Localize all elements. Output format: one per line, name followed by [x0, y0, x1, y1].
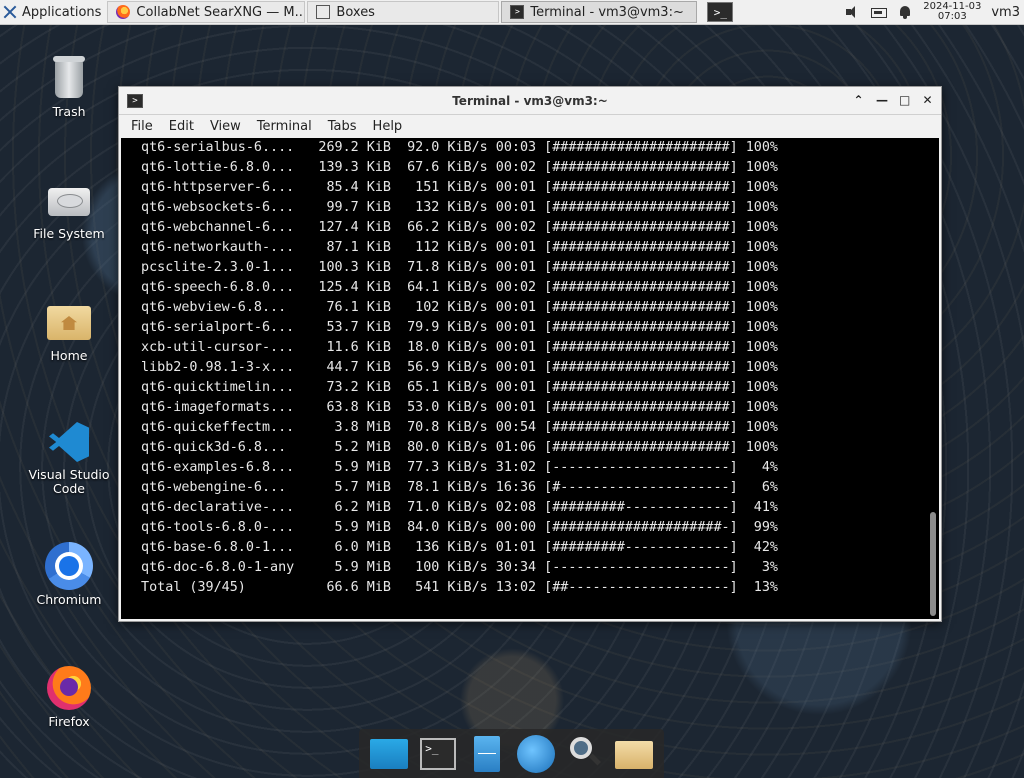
xfce-logo-icon	[2, 4, 18, 20]
clock-time: 07:03	[937, 11, 967, 22]
desktop-icon-home[interactable]: Home	[23, 298, 115, 363]
menu-view[interactable]: View	[202, 119, 249, 134]
terminal-line: qt6-websockets-6... 99.7 KiB 132 KiB/s 0…	[133, 200, 778, 215]
terminal-line: qt6-serialport-6... 53.7 KiB 79.9 KiB/s …	[133, 320, 778, 335]
terminal-line: qt6-declarative-... 6.2 MiB 71.0 KiB/s 0…	[133, 500, 778, 515]
taskbar-item-terminal[interactable]: > Terminal - vm3@vm3:~	[501, 1, 698, 23]
desktop-icon-vscode[interactable]: Visual Studio Code	[23, 418, 115, 496]
boxes-icon	[316, 5, 331, 19]
terminal-window[interactable]: > Terminal - vm3@vm3:~ ⌃ — □ ✕ File Edit…	[118, 86, 942, 622]
desktop-icon-label: Visual Studio Code	[28, 467, 110, 496]
terminal-line: qt6-quickeffectm... 3.8 MiB 70.8 KiB/s 0…	[133, 420, 778, 435]
terminal-line: xcb-util-cursor-... 11.6 KiB 18.0 KiB/s …	[133, 340, 778, 355]
terminal-line: qt6-webview-6.8... 76.1 KiB 102 KiB/s 00…	[133, 300, 778, 315]
desktop-icon-label: Home	[50, 348, 88, 363]
menu-bar: File Edit View Terminal Tabs Help	[119, 115, 941, 137]
firefox-icon	[116, 5, 131, 19]
terminal-icon: >	[510, 5, 525, 19]
terminal-line: qt6-tools-6.8.0-... 5.9 MiB 84.0 KiB/s 0…	[133, 520, 778, 535]
taskbar-item-label: Boxes	[336, 4, 375, 20]
app-finder-icon[interactable]	[564, 733, 606, 775]
terminal-line: qt6-base-6.8.0-1... 6.0 MiB 136 KiB/s 01…	[133, 540, 778, 555]
menu-file[interactable]: File	[123, 119, 161, 134]
firefox-icon	[45, 664, 93, 712]
taskbar-item-label: Terminal - vm3@vm3:~	[530, 4, 684, 20]
menu-edit[interactable]: Edit	[161, 119, 202, 134]
clock[interactable]: 2024-11-03 07:03	[923, 2, 981, 22]
terminal-icon[interactable]	[417, 733, 459, 775]
file-cabinet-icon[interactable]	[466, 733, 508, 775]
terminal-line: qt6-httpserver-6... 85.4 KiB 151 KiB/s 0…	[133, 180, 778, 195]
terminal-line: qt6-quick3d-6.8... 5.2 MiB 80.0 KiB/s 01…	[133, 440, 778, 455]
terminal-scrollbar[interactable]	[930, 142, 936, 616]
terminal-line: qt6-webchannel-6... 127.4 KiB 66.2 KiB/s…	[133, 220, 778, 235]
terminal-line: pcsclite-2.3.0-1... 100.3 KiB 71.8 KiB/s…	[133, 260, 778, 275]
terminal-line: qt6-lottie-6.8.0... 139.3 KiB 67.6 KiB/s…	[133, 160, 778, 175]
roll-up-icon[interactable]: ⌃	[853, 94, 864, 106]
terminal-line: qt6-examples-6.8... 5.9 MiB 77.3 KiB/s 3…	[133, 460, 778, 475]
vscode-icon	[45, 418, 93, 466]
chromium-icon	[45, 542, 93, 590]
maximize-icon[interactable]: □	[899, 94, 910, 106]
menu-terminal[interactable]: Terminal	[249, 119, 320, 134]
desktop-icon-firefox[interactable]: Firefox	[23, 664, 115, 729]
terminal-line: qt6-serialbus-6.... 269.2 KiB 92.0 KiB/s…	[133, 140, 778, 155]
home-folder-icon	[45, 298, 93, 346]
taskbar-item-searxng[interactable]: CollabNet SearXNG — M...	[107, 1, 306, 23]
menu-tabs[interactable]: Tabs	[320, 119, 365, 134]
terminal-line: qt6-quicktimelin... 73.2 KiB 65.1 KiB/s …	[133, 380, 778, 395]
terminal-line: Total (39/45) 66.6 MiB 541 KiB/s 13:02 […	[133, 580, 778, 595]
taskbar-item-boxes[interactable]: Boxes	[307, 1, 500, 23]
terminal-line: libb2-0.98.1-3-x... 44.7 KiB 56.9 KiB/s …	[133, 360, 778, 375]
window-title: Terminal - vm3@vm3:~	[452, 93, 608, 108]
taskbar-item-label: CollabNet SearXNG — M...	[136, 4, 306, 20]
folder-icon[interactable]	[613, 733, 655, 775]
notification-bell-icon[interactable]	[897, 5, 913, 19]
scrollbar-thumb[interactable]	[930, 512, 936, 616]
battery-icon[interactable]	[871, 8, 888, 18]
user-menu[interactable]: vm3	[991, 5, 1020, 20]
terminal-launcher-icon[interactable]: >_	[707, 2, 734, 22]
top-panel: Applications CollabNet SearXNG — M... Bo…	[0, 0, 1024, 25]
desktop-icon-label: Firefox	[48, 714, 90, 729]
desktop-icon-label: Chromium	[36, 592, 102, 607]
window-titlebar[interactable]: > Terminal - vm3@vm3:~ ⌃ — □ ✕	[119, 87, 941, 115]
close-icon[interactable]: ✕	[922, 94, 933, 106]
applications-label: Applications	[22, 4, 102, 20]
menu-help[interactable]: Help	[365, 119, 411, 134]
desktop-icon-label: Trash	[52, 104, 86, 119]
terminal-line: qt6-webengine-6... 5.7 MiB 78.1 KiB/s 16…	[133, 480, 778, 495]
terminal-output: qt6-serialbus-6.... 269.2 KiB 92.0 KiB/s…	[133, 138, 778, 598]
web-browser-icon[interactable]	[515, 733, 557, 775]
desktop-icon-label: File System	[33, 226, 105, 241]
terminal-line: qt6-imageformats... 63.8 KiB 53.0 KiB/s …	[133, 400, 778, 415]
applications-menu-button[interactable]: Applications	[0, 0, 105, 24]
desktop-icon-trash[interactable]: Trash	[23, 54, 115, 119]
dock	[359, 729, 664, 778]
desktop-icon-chromium[interactable]: Chromium	[23, 542, 115, 607]
volume-icon[interactable]	[845, 5, 861, 19]
terminal-line: qt6-speech-6.8.0... 125.4 KiB 64.1 KiB/s…	[133, 280, 778, 295]
terminal-output-area[interactable]: qt6-serialbus-6.... 269.2 KiB 92.0 KiB/s…	[121, 138, 939, 619]
terminal-line: qt6-networkauth-... 87.1 KiB 112 KiB/s 0…	[133, 240, 778, 255]
terminal-line: qt6-doc-6.8.0-1-any 5.9 MiB 100 KiB/s 30…	[133, 560, 778, 575]
drive-icon	[45, 176, 93, 224]
desktop-icon-file-system[interactable]: File System	[23, 176, 115, 241]
system-tray: 2024-11-03 07:03 vm3	[845, 2, 1024, 22]
show-desktop-icon[interactable]	[368, 733, 410, 775]
minimize-icon[interactable]: —	[876, 94, 888, 106]
window-controls: ⌃ — □ ✕	[853, 94, 941, 106]
trash-icon	[45, 54, 93, 102]
